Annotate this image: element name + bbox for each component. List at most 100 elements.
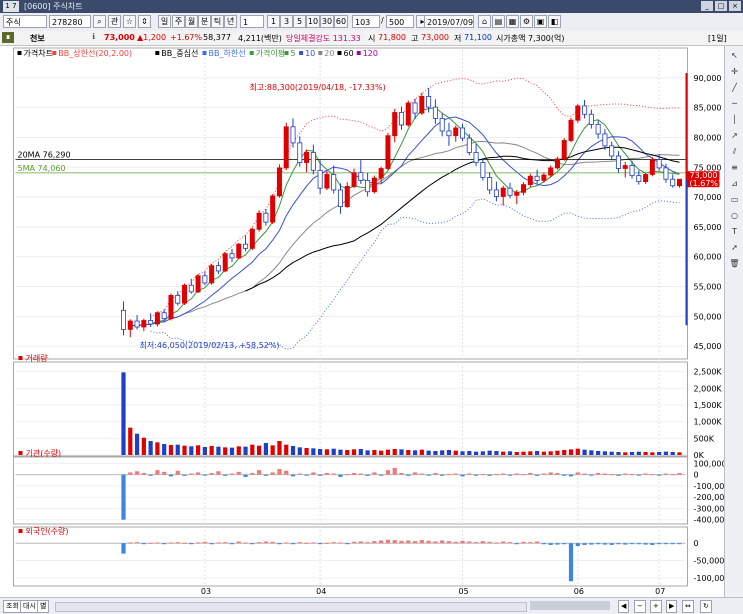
candle[interactable] bbox=[426, 95, 432, 108]
candle[interactable] bbox=[527, 175, 533, 185]
sub-bar[interactable] bbox=[399, 540, 404, 544]
sub-bar[interactable] bbox=[609, 543, 614, 545]
sub-bar[interactable] bbox=[365, 474, 370, 476]
candle[interactable] bbox=[554, 158, 560, 169]
sub-bar[interactable] bbox=[257, 542, 262, 544]
sub-bar[interactable] bbox=[223, 447, 228, 455]
sub-bar[interactable] bbox=[650, 543, 655, 545]
sub-bar[interactable] bbox=[351, 472, 357, 475]
sub-bar[interactable] bbox=[338, 542, 343, 544]
sub-bar[interactable] bbox=[582, 473, 587, 475]
tab-star[interactable]: 별 bbox=[37, 600, 50, 613]
sub-bar[interactable] bbox=[134, 433, 140, 455]
sub-bar[interactable] bbox=[670, 474, 675, 476]
candle[interactable] bbox=[141, 320, 147, 328]
sub-bar[interactable] bbox=[670, 543, 675, 545]
candle[interactable] bbox=[324, 174, 330, 189]
sub-bar[interactable] bbox=[195, 472, 201, 475]
sub-bar[interactable] bbox=[426, 450, 431, 455]
sub-bar[interactable] bbox=[433, 451, 438, 455]
sub-bar[interactable] bbox=[243, 542, 248, 544]
sub-bar[interactable] bbox=[162, 444, 167, 455]
sub-bar[interactable] bbox=[609, 451, 614, 455]
sub-bar[interactable] bbox=[263, 541, 268, 544]
candle[interactable] bbox=[263, 212, 269, 223]
candle[interactable] bbox=[290, 126, 296, 144]
sub-bar[interactable] bbox=[351, 449, 357, 455]
related-button[interactable]: 관 bbox=[108, 15, 121, 28]
sub-bar[interactable] bbox=[406, 474, 411, 476]
hline-icon[interactable]: ─ bbox=[728, 98, 741, 109]
candle[interactable] bbox=[276, 167, 282, 197]
sub-bar[interactable] bbox=[263, 474, 268, 476]
candle[interactable] bbox=[568, 119, 574, 141]
sub-bar[interactable] bbox=[555, 472, 560, 475]
sub-bar[interactable] bbox=[480, 541, 485, 544]
sub-bar[interactable] bbox=[677, 452, 682, 455]
sub-bar[interactable] bbox=[643, 473, 648, 475]
candle[interactable] bbox=[622, 165, 628, 169]
sub-bar[interactable] bbox=[175, 542, 180, 544]
candle[interactable] bbox=[256, 212, 262, 230]
candle[interactable] bbox=[595, 124, 601, 135]
sub-bar[interactable] bbox=[399, 472, 404, 475]
sub-bar[interactable] bbox=[209, 446, 214, 455]
save-icon[interactable]: ▣ bbox=[534, 15, 547, 28]
sub-bar[interactable] bbox=[629, 543, 635, 545]
candle[interactable] bbox=[378, 168, 384, 179]
candle[interactable] bbox=[365, 180, 371, 193]
candle[interactable] bbox=[460, 127, 466, 139]
cross-icon[interactable]: ✛ bbox=[728, 66, 741, 77]
candle[interactable] bbox=[480, 162, 486, 178]
count-total-input[interactable]: 500 bbox=[386, 15, 414, 28]
sub-bar[interactable] bbox=[677, 543, 682, 545]
sub-bar[interactable] bbox=[318, 449, 323, 455]
sub-bar[interactable] bbox=[487, 450, 492, 455]
sub-bar[interactable] bbox=[473, 474, 479, 476]
scroll-thumb[interactable] bbox=[530, 601, 610, 610]
candle[interactable] bbox=[561, 140, 567, 160]
candle[interactable] bbox=[161, 312, 167, 320]
text-icon[interactable]: T bbox=[728, 226, 741, 237]
search-icon[interactable]: ⌕ bbox=[93, 15, 106, 28]
candle[interactable] bbox=[521, 184, 527, 193]
sub-bar[interactable] bbox=[250, 543, 255, 545]
legend-item[interactable]: BB_상한선(20,2.00) bbox=[58, 48, 132, 58]
candle[interactable] bbox=[127, 320, 133, 330]
sub-bar[interactable] bbox=[548, 451, 553, 455]
sub-bar[interactable] bbox=[168, 445, 174, 455]
sub-bar[interactable] bbox=[202, 474, 207, 476]
candle[interactable] bbox=[371, 177, 377, 193]
sub-bar[interactable] bbox=[575, 543, 580, 546]
sub-bar[interactable] bbox=[602, 473, 608, 475]
sub-bar[interactable] bbox=[467, 451, 472, 455]
period-minute-button[interactable]: 분 bbox=[198, 15, 211, 28]
sub-bar[interactable] bbox=[365, 542, 370, 544]
candle[interactable] bbox=[154, 312, 160, 325]
candle[interactable] bbox=[283, 126, 289, 169]
candle[interactable] bbox=[575, 105, 581, 121]
sub-bar[interactable] bbox=[250, 444, 255, 455]
sub-bar[interactable] bbox=[602, 451, 608, 455]
sub-bar[interactable] bbox=[277, 469, 282, 475]
sub-bar[interactable] bbox=[528, 472, 533, 475]
candle[interactable] bbox=[310, 152, 316, 171]
sub-bar[interactable] bbox=[412, 472, 418, 475]
sub-bar[interactable] bbox=[406, 540, 411, 544]
line-icon[interactable]: ╱ bbox=[728, 82, 741, 93]
candle[interactable] bbox=[676, 178, 683, 187]
sub-bar[interactable] bbox=[473, 451, 479, 455]
sub-bar[interactable] bbox=[324, 449, 330, 455]
image-icon[interactable]: ◧ bbox=[548, 15, 561, 28]
candle[interactable] bbox=[500, 187, 506, 197]
period-month-button[interactable]: 월 bbox=[185, 15, 198, 28]
sub-bar[interactable] bbox=[433, 541, 438, 544]
sub-bar[interactable] bbox=[250, 472, 255, 475]
sub-bar[interactable] bbox=[467, 541, 472, 544]
sub-bar[interactable] bbox=[473, 542, 479, 544]
sub-bar[interactable] bbox=[297, 542, 302, 544]
sub-bar[interactable] bbox=[507, 542, 513, 544]
sub-bar[interactable] bbox=[175, 470, 180, 475]
stock-code-input[interactable]: 278280 bbox=[49, 15, 91, 28]
settings-icon[interactable]: ⚙ bbox=[520, 15, 533, 28]
